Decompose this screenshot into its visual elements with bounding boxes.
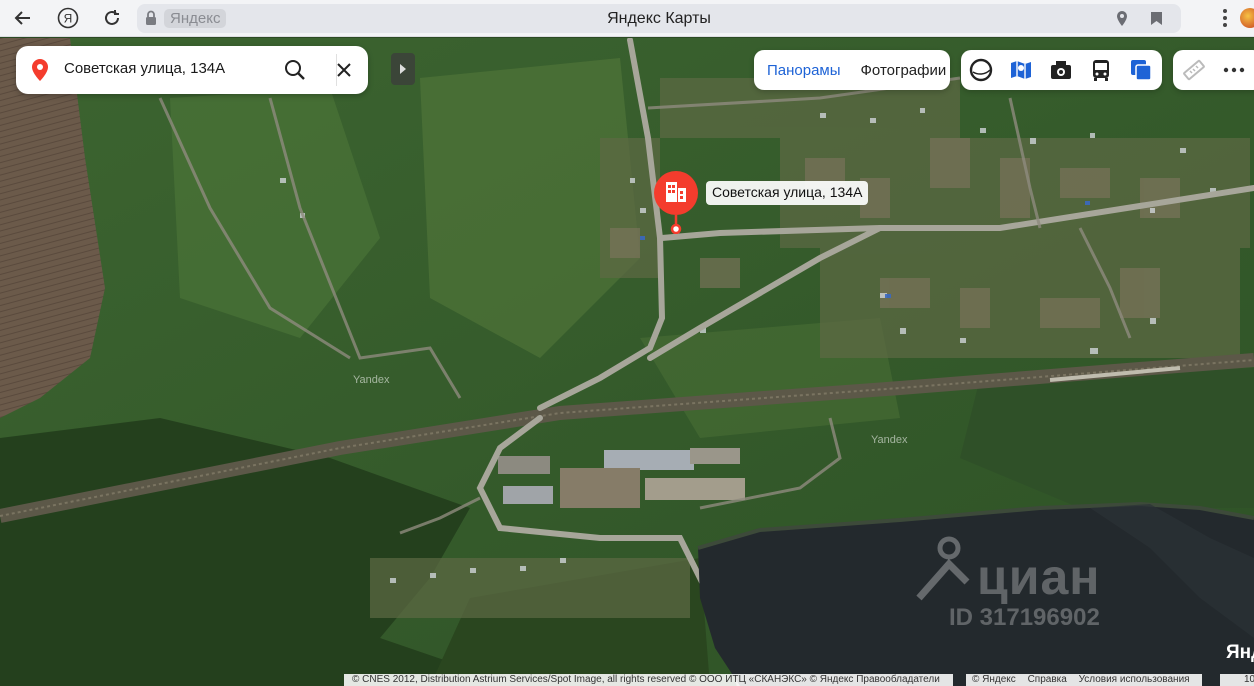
browser-toolbar: Я Яндекс Яндекс Карты <box>0 0 1254 37</box>
cian-listing-id: ID 317196902 <box>949 604 1100 631</box>
address-bar[interactable]: Яндекс Яндекс Карты <box>137 4 1181 33</box>
svg-text:Я: Я <box>64 12 73 26</box>
close-icon[interactable] <box>334 60 354 80</box>
yandex-brand: Янд <box>1226 642 1254 663</box>
poi-label[interactable]: Советская улица, 134А <box>706 181 869 205</box>
extension-icon[interactable] <box>1240 8 1254 28</box>
poi-pin-icon[interactable] <box>652 170 700 234</box>
footer-help-link[interactable]: Справка <box>1028 674 1067 685</box>
layer-controls <box>961 50 1162 90</box>
yandex-logo-icon[interactable]: Я <box>53 4 83 32</box>
browser-menu-icon[interactable] <box>1222 6 1228 30</box>
globe-icon[interactable] <box>969 58 993 82</box>
back-icon[interactable] <box>8 4 38 32</box>
page-title: Яндекс Карты <box>607 10 711 27</box>
map-scale: 10 <box>1220 674 1254 686</box>
yandex-watermark: Yandex <box>353 374 390 386</box>
more-icon[interactable] <box>1222 58 1246 82</box>
footer-links: © Яндекс Справка Условия использования <box>966 674 1202 686</box>
reload-icon[interactable] <box>97 4 127 32</box>
tool-controls <box>1173 50 1254 90</box>
footer-terms-link[interactable]: Условия использования <box>1079 674 1190 685</box>
ruler-icon[interactable] <box>1182 58 1206 82</box>
search-panel[interactable]: Советская улица, 134А <box>16 46 368 94</box>
yandex-watermark: Yandex <box>871 434 908 446</box>
collapse-panel-button[interactable] <box>391 53 415 85</box>
view-tabs: Панорамы Фотографии <box>754 50 950 90</box>
chevron-right-icon <box>400 64 406 74</box>
place-marker-icon <box>32 59 48 81</box>
map-copyright[interactable]: © CNES 2012, Distribution Astrium Servic… <box>344 674 953 686</box>
cian-watermark: циан ID 317196902 <box>915 536 1145 636</box>
tab-panoramas[interactable]: Панорамы <box>761 62 847 79</box>
traffic-icon[interactable] <box>1009 58 1033 82</box>
camera-icon[interactable] <box>1049 58 1073 82</box>
location-icon[interactable] <box>1115 10 1129 27</box>
layers-icon[interactable] <box>1129 58 1153 82</box>
cian-logo-icon <box>916 536 970 601</box>
search-icon[interactable] <box>283 58 307 82</box>
tab-photos[interactable]: Фотографии <box>855 62 953 79</box>
footer-yandex-link[interactable]: © Яндекс <box>972 674 1016 685</box>
bus-icon[interactable] <box>1089 58 1113 82</box>
cian-logo-text: циан <box>977 549 1101 605</box>
search-input[interactable]: Советская улица, 134А <box>64 60 225 77</box>
bookmark-icon[interactable] <box>1150 11 1163 26</box>
